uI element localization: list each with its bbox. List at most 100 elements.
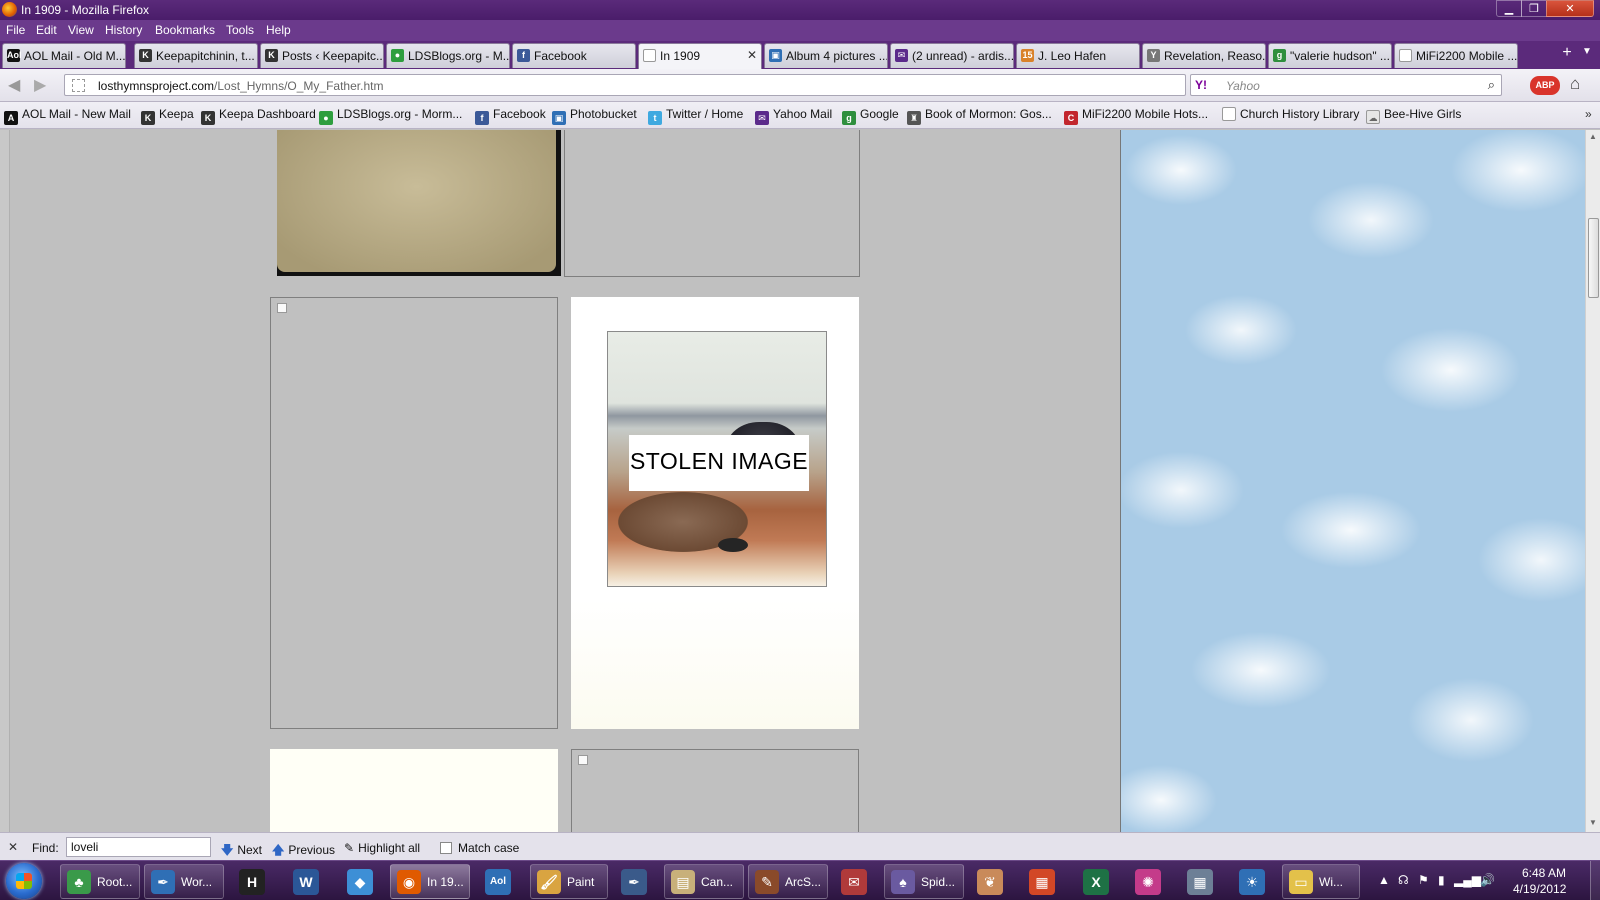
tab-2[interactable]: K Keepapitchinin, t... bbox=[134, 43, 258, 68]
tab-6[interactable]: In 1909 ✕ bbox=[638, 43, 762, 70]
scrollbar-thumb[interactable] bbox=[1588, 218, 1599, 298]
bookmark-item[interactable]: ☁ Bee-Hive Girls bbox=[1366, 107, 1461, 124]
taskbar-button[interactable]: ✒ Wor... bbox=[144, 864, 224, 899]
bookmark-item[interactable]: C MiFi2200 Mobile Hots... bbox=[1064, 107, 1208, 125]
bookmark-item[interactable]: ▣ Photobucket bbox=[552, 107, 637, 125]
search-icon[interactable]: ⌕ bbox=[1488, 77, 1495, 93]
blank-page-icon bbox=[1399, 49, 1412, 62]
tab-list-chevron-icon[interactable]: ▼ bbox=[1582, 46, 1592, 57]
show-desktop-button[interactable] bbox=[1590, 861, 1600, 900]
taskbar-button-label: Wor... bbox=[181, 875, 213, 889]
clock-date[interactable]: 4/19/2012 bbox=[1513, 882, 1566, 896]
taskbar-button[interactable]: 🖌 Paint bbox=[530, 864, 608, 899]
window-title-bar[interactable]: In 1909 - Mozilla Firefox ▁ ❐ ✕ bbox=[0, 0, 1600, 20]
bookmark-item[interactable]: Church History Library bbox=[1222, 107, 1359, 121]
keepa-icon: K bbox=[201, 111, 215, 125]
network-icon[interactable]: ☊ bbox=[1398, 873, 1409, 887]
bookmark-item[interactable]: g Google bbox=[842, 107, 899, 125]
find-next-button[interactable]: 🡇 Next bbox=[221, 841, 262, 862]
aol-icon: A bbox=[4, 111, 18, 125]
tab-3[interactable]: K Posts ‹ Keepapitc... bbox=[260, 43, 384, 68]
back-arrow-icon[interactable]: ◀ bbox=[8, 75, 30, 95]
url-path: /Lost_Hymns/O_My_Father.htm bbox=[214, 79, 384, 93]
taskbar-pinned-app[interactable]: W bbox=[284, 864, 328, 899]
tab-label: LDSBlogs.org - M... bbox=[408, 49, 510, 63]
menu-bookmarks[interactable]: Bookmarks bbox=[155, 23, 215, 37]
signal-strength-icon[interactable]: ▂▄▆ bbox=[1454, 873, 1481, 887]
bookmark-item[interactable]: A AOL Mail - New Mail bbox=[4, 107, 131, 125]
blank-page-icon bbox=[1222, 107, 1236, 121]
show-hidden-icons-chevron-icon[interactable]: ▲ bbox=[1378, 873, 1390, 887]
match-case-checkbox[interactable]: Match case bbox=[440, 841, 519, 855]
scroll-down-arrow-icon[interactable]: ▼ bbox=[1589, 818, 1597, 827]
taskbar-pinned-app[interactable]: ◆ bbox=[338, 864, 382, 899]
find-close-icon[interactable]: ✕ bbox=[8, 840, 18, 854]
close-window-button[interactable]: ✕ bbox=[1546, 0, 1594, 17]
bookmark-item[interactable]: ♜ Book of Mormon: Gos... bbox=[907, 107, 1052, 125]
action-center-flag-icon[interactable]: ⚑ bbox=[1418, 873, 1429, 887]
menu-help[interactable]: Help bbox=[266, 23, 291, 37]
taskbar-pinned-app[interactable]: ❦ bbox=[968, 864, 1012, 899]
find-previous-button[interactable]: 🡅 Previous bbox=[272, 841, 335, 862]
highlight-all-button[interactable]: ✎ Highlight all bbox=[344, 841, 420, 855]
url-text[interactable]: losthymnsproject.com/Lost_Hymns/O_My_Fat… bbox=[98, 79, 383, 93]
find-input[interactable] bbox=[66, 837, 211, 857]
taskbar-pinned-app[interactable]: ✒ bbox=[612, 864, 656, 899]
tab-9[interactable]: 15 J. Leo Hafen bbox=[1016, 43, 1140, 68]
bookmark-item[interactable]: K Keepa Dashboard bbox=[201, 107, 316, 125]
taskbar-pinned-app[interactable]: Aol bbox=[476, 864, 520, 899]
taskbar-button[interactable]: ♣ Root... bbox=[60, 864, 140, 899]
page-content[interactable]: STOLEN IMAGE ▲ ▼ bbox=[0, 130, 1600, 832]
bookmark-item[interactable]: K Keepa bbox=[141, 107, 194, 125]
tab-1[interactable]: Aol AOL Mail - Old M... bbox=[2, 43, 126, 68]
vertical-scrollbar[interactable]: ▲ ▼ bbox=[1585, 130, 1600, 832]
minimize-button[interactable]: ▁ bbox=[1496, 0, 1522, 17]
taskbar-button[interactable]: ▭ Wi... bbox=[1282, 864, 1360, 899]
url-bar[interactable]: losthymnsproject.com/Lost_Hymns/O_My_Fat… bbox=[64, 74, 1240, 96]
menu-history[interactable]: History bbox=[105, 23, 142, 37]
yahoo-engine-icon[interactable]: Y! bbox=[1195, 78, 1207, 92]
search-bar[interactable]: Y! Yahoo ⌕ bbox=[1190, 74, 1502, 96]
tab-7[interactable]: ▣ Album 4 pictures ... bbox=[764, 43, 888, 68]
bookmark-item[interactable]: ● LDSBlogs.org - Morm... bbox=[319, 107, 462, 125]
tab-8[interactable]: ✉ (2 unread) - ardis... bbox=[890, 43, 1014, 68]
forward-arrow-icon[interactable]: ▶ bbox=[34, 75, 52, 95]
taskbar-button[interactable]: ♠ Spid... bbox=[884, 864, 964, 899]
keepa-icon: K bbox=[265, 49, 278, 62]
taskbar-button[interactable]: ✎ ArcS... bbox=[748, 864, 828, 899]
taskbar-pinned-app[interactable]: ✉ bbox=[832, 864, 876, 899]
bookmark-item[interactable]: t Twitter / Home bbox=[648, 107, 743, 125]
close-tab-icon[interactable]: ✕ bbox=[747, 48, 757, 62]
tab-label: Facebook bbox=[534, 49, 587, 63]
adblock-plus-icon[interactable]: ABP bbox=[1530, 76, 1560, 95]
bookmarks-overflow-chevron-icon[interactable]: » bbox=[1585, 107, 1592, 121]
tab-10[interactable]: Y Revelation, Reaso... bbox=[1142, 43, 1266, 68]
maximize-button[interactable]: ❐ bbox=[1521, 0, 1547, 17]
taskbar-pinned-app[interactable]: X bbox=[1074, 864, 1118, 899]
menu-edit[interactable]: Edit bbox=[36, 23, 57, 37]
tab-5[interactable]: f Facebook bbox=[512, 43, 636, 68]
volume-icon[interactable]: 🔊 bbox=[1480, 873, 1495, 887]
site-identity-icon[interactable] bbox=[72, 79, 85, 92]
taskbar-pinned-app[interactable]: ☀ bbox=[1230, 864, 1274, 899]
bookmark-item[interactable]: ✉ Yahoo Mail bbox=[755, 107, 832, 125]
taskbar-pinned-app[interactable]: ✺ bbox=[1126, 864, 1170, 899]
menu-file[interactable]: File bbox=[6, 23, 25, 37]
home-icon[interactable]: ⌂ bbox=[1570, 74, 1580, 94]
tab-12[interactable]: MiFi2200 Mobile ... bbox=[1394, 43, 1518, 68]
taskbar-pinned-app[interactable]: ▦ bbox=[1178, 864, 1222, 899]
battery-icon[interactable]: ▮ bbox=[1438, 873, 1445, 887]
tab-11[interactable]: g "valerie hudson" ... bbox=[1268, 43, 1392, 68]
scroll-up-arrow-icon[interactable]: ▲ bbox=[1589, 132, 1597, 141]
menu-view[interactable]: View bbox=[68, 23, 94, 37]
taskbar-button[interactable]: ▤ Can... bbox=[664, 864, 744, 899]
start-button[interactable] bbox=[6, 863, 42, 899]
tab-4[interactable]: ● LDSBlogs.org - M... bbox=[386, 43, 510, 68]
taskbar-pinned-app[interactable]: ▦ bbox=[1020, 864, 1064, 899]
menu-tools[interactable]: Tools bbox=[226, 23, 254, 37]
new-tab-button[interactable]: + bbox=[1558, 44, 1576, 66]
taskbar-button[interactable]: ◉ In 19... bbox=[390, 864, 470, 899]
bookmark-item[interactable]: f Facebook bbox=[475, 107, 546, 125]
clock-time[interactable]: 6:48 AM bbox=[1522, 866, 1566, 880]
taskbar-pinned-app[interactable]: H bbox=[230, 864, 274, 899]
